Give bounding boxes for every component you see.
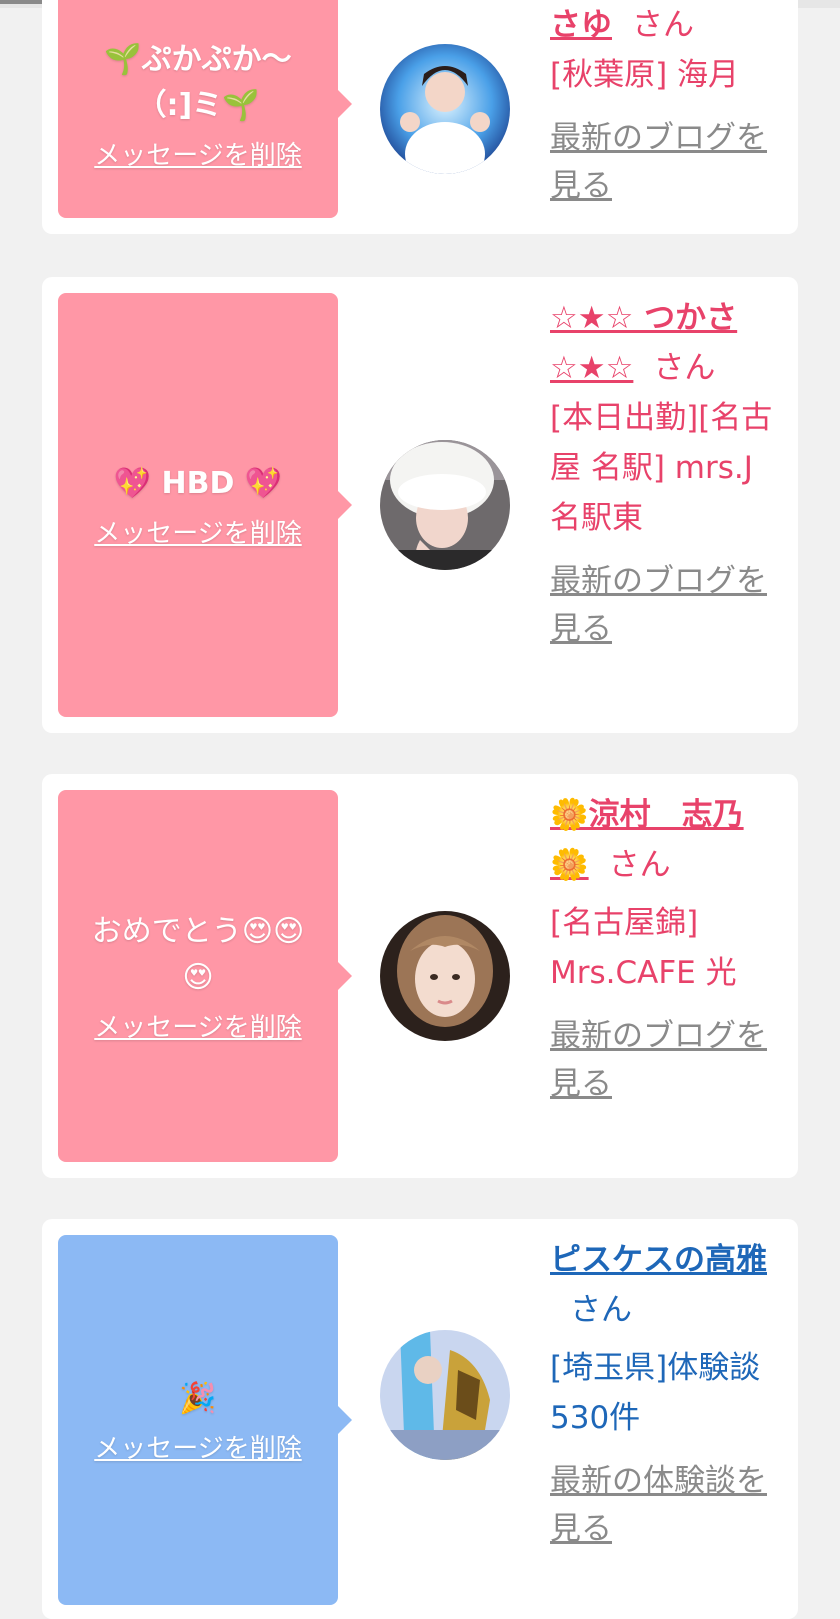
latest-blog-link[interactable]: 最新のブログを見る [550, 557, 780, 653]
shop-name: [秋葉原] 海月 [550, 57, 740, 93]
honorific: さん [632, 7, 694, 43]
delete-message-link[interactable]: メッセージを削除 [94, 513, 301, 550]
message-bubble: 🌱ぷかぷか〜（:]ミ🌱 メッセージを削除 [58, 0, 352, 218]
avatar[interactable] [380, 440, 510, 570]
cast-name-link[interactable]: さゆ [550, 7, 612, 43]
message-text: 🎉 [179, 1380, 217, 1416]
delete-message-link[interactable]: メッセージを削除 [94, 1428, 301, 1465]
delete-message-link[interactable]: メッセージを削除 [94, 135, 301, 172]
message-bubble: 🎉 メッセージを削除 [58, 1235, 352, 1605]
cast-info: さゆ さん [秋葉原] 海月 最新のブログを見る [550, 0, 780, 210]
delete-message-link[interactable]: メッセージを削除 [94, 1007, 301, 1044]
honorific: さん [570, 1292, 632, 1328]
avatar[interactable] [380, 911, 510, 1041]
shop-name: [名古屋錦] Mrs.CAFE 光 [550, 905, 737, 991]
message-bubble: 💖 HBD 💖 メッセージを削除 [58, 293, 352, 717]
avatar[interactable] [380, 1330, 510, 1460]
message-card: 🌱ぷかぷか〜（:]ミ🌱 メッセージを削除 さゆ さん [秋葉原] 海月 最新のブロ… [42, 0, 798, 234]
latest-review-link[interactable]: 最新の体験談を見る [550, 1457, 780, 1553]
shop-name: [埼玉県]体験談 530件 [550, 1350, 761, 1436]
cast-name-link[interactable]: ピスケスの高雅 [550, 1242, 767, 1278]
cast-info: ☆★☆ つかさ ☆★☆ さん [本日出勤][名古屋 名駅] mrs.J 名駅東 最… [550, 293, 780, 653]
message-bubble: おめでとう😍😍😍 メッセージを削除 [58, 790, 352, 1162]
message-text: おめでとう😍😍😍 [91, 913, 305, 995]
message-text: 🌱ぷかぷか〜（:]ミ🌱 [104, 41, 292, 123]
honorific: さん [653, 350, 716, 386]
shop-name: [本日出勤][名古屋 名駅] mrs.J 名駅東 [550, 400, 773, 536]
message-text: 💖 HBD 💖 [113, 465, 283, 501]
latest-blog-link[interactable]: 最新のブログを見る [550, 1012, 780, 1108]
message-card: おめでとう😍😍😍 メッセージを削除 🌼涼村 志乃🌼 さん [名古屋錦] Mrs.C… [42, 774, 798, 1178]
message-card: 💖 HBD 💖 メッセージを削除 ☆★☆ つかさ ☆★☆ さん [本日出勤][名古… [42, 277, 798, 733]
honorific: さん [608, 847, 671, 883]
message-card: 🎉 メッセージを削除 ピスケスの高雅さん [埼玉県]体験談 530件 最新の体験… [42, 1219, 798, 1619]
avatar[interactable] [380, 44, 510, 174]
cast-info: ピスケスの高雅さん [埼玉県]体験談 530件 最新の体験談を見る [550, 1235, 780, 1553]
latest-blog-link[interactable]: 最新のブログを見る [550, 114, 780, 210]
cast-info: 🌼涼村 志乃🌼 さん [名古屋錦] Mrs.CAFE 光 最新のブログを見る [550, 790, 780, 1108]
